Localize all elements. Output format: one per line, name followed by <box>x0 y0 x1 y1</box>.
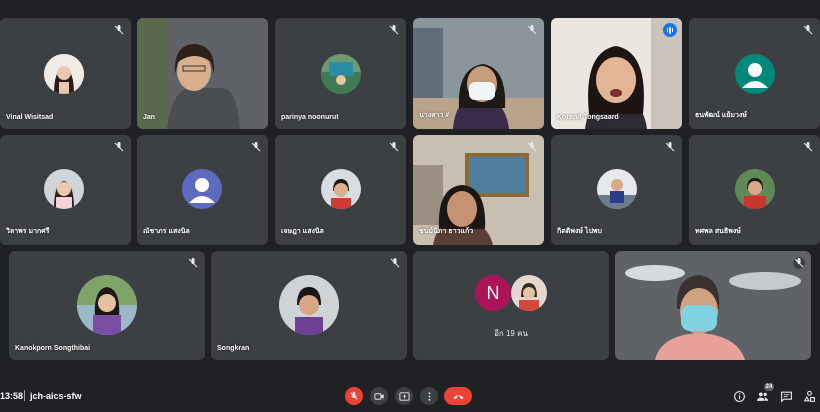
participant-tile-jetsada[interactable]: เจษฎา แสงนิล <box>275 135 406 245</box>
mic-off-icon <box>389 25 399 35</box>
hangup-icon <box>453 395 463 399</box>
participant-name: ธนพัฒน์ แย้มวงษ์ <box>695 112 747 119</box>
more-options-button[interactable] <box>420 387 438 405</box>
mic-off-icon <box>793 257 805 269</box>
letter-avatar: N <box>475 275 511 311</box>
participant-tile-nachaporn[interactable]: ณัชาภร แสงนิล <box>137 135 268 245</box>
mic-toggle-button[interactable] <box>345 387 363 405</box>
people-count-badge: 24 <box>764 383 774 391</box>
chat-button[interactable] <box>778 388 794 404</box>
participant-tile-jan[interactable]: Jan <box>137 18 268 129</box>
participant-name: Songkran <box>217 345 250 352</box>
participant-name: เจษฎา แสงนิล <box>281 228 324 235</box>
participant-tile-koranit[interactable]: Koranit Tongsaard <box>551 18 682 129</box>
avatar <box>735 54 775 94</box>
avatar <box>44 54 84 94</box>
mic-off-icon <box>803 142 813 152</box>
avatar <box>321 169 361 209</box>
speaking-indicator-icon <box>663 23 677 37</box>
mic-off-icon <box>350 391 358 400</box>
mic-off-icon <box>389 142 399 152</box>
participant-name: parinya noonurut <box>281 114 339 121</box>
participant-tile-thotsaphon[interactable]: ทศพล สนธิพงษ์ <box>689 135 820 245</box>
meeting-time: 13:58 <box>0 391 24 401</box>
people-icon <box>756 391 768 401</box>
meeting-details-button[interactable] <box>731 388 747 404</box>
participant-tile-vinal[interactable]: Vinal Wisitsad <box>0 18 131 129</box>
participant-name: ชนม์นิภา ธาวแก้ว <box>419 228 474 235</box>
mic-off-icon <box>188 258 198 268</box>
present-button[interactable] <box>395 387 413 405</box>
mic-off-icon <box>114 25 124 35</box>
avatar <box>279 275 339 335</box>
camera-icon <box>373 392 384 400</box>
avatar <box>511 275 547 311</box>
participant-name: Jan <box>143 114 156 121</box>
others-tile[interactable]: N อีก 19 คน <box>413 251 609 360</box>
participant-video <box>551 18 682 129</box>
meeting-toolbar: 13:58 jch-aics-sfw 24 <box>0 380 820 412</box>
activities-button[interactable] <box>801 388 817 404</box>
mic-off-icon <box>251 142 261 152</box>
more-icon <box>428 391 430 401</box>
participant-name: Vinal Wisitsad <box>6 114 54 121</box>
participant-tile-chonnipha[interactable]: ชนม์นิภา ธาวแก้ว <box>413 135 544 245</box>
participant-name: กิตติพงษ์ ไปพบ <box>557 228 602 235</box>
participant-name: ณัชาภร แสงนิล <box>143 228 190 235</box>
participant-tile-nangsao[interactable]: นางสาว # <box>413 18 544 129</box>
participant-name: Koranit Tongsaard <box>557 114 619 121</box>
participant-video <box>625 265 801 360</box>
mic-off-icon <box>390 258 400 268</box>
participant-tile-wilaporn[interactable]: วิลาพร มากศรี <box>0 135 131 245</box>
participant-name: นางสาว # <box>419 112 450 119</box>
participant-tile-parinya[interactable]: parinya noonurut <box>275 18 406 129</box>
avatar <box>77 275 137 335</box>
participant-tile-thanaphat[interactable]: ธนพัฒน์ แย้มวงษ์ <box>689 18 820 129</box>
participant-name: Kanokporn Songthibai <box>15 345 91 352</box>
others-count-label: อีก 19 คน <box>494 329 528 338</box>
mic-off-icon <box>114 142 124 152</box>
participant-name: วิลาพร มากศรี <box>6 228 50 235</box>
mic-off-icon <box>527 25 537 35</box>
avatar <box>597 169 637 209</box>
present-icon <box>398 391 410 401</box>
mic-off-icon <box>527 142 537 152</box>
divider <box>24 390 25 401</box>
avatar <box>182 169 222 209</box>
mic-off-icon <box>803 25 813 35</box>
avatar <box>44 169 84 209</box>
mic-off-icon <box>665 142 675 152</box>
leave-call-button[interactable] <box>444 387 472 405</box>
activities-icon <box>803 390 815 402</box>
participant-tile-kittiphong[interactable]: กิตติพงษ์ ไปพบ <box>551 135 682 245</box>
camera-toggle-button[interactable] <box>370 387 388 405</box>
avatar <box>321 54 361 94</box>
avatar <box>735 169 775 209</box>
participant-name: ทศพล สนธิพงษ์ <box>695 228 741 235</box>
participant-tile-self[interactable] <box>615 251 811 360</box>
chat-icon <box>780 391 792 403</box>
participant-tile-kanokporn[interactable]: Kanokporn Songthibai <box>9 251 205 360</box>
participant-video <box>137 18 240 129</box>
info-icon <box>733 390 745 402</box>
participant-tile-songkran[interactable]: Songkran <box>211 251 407 360</box>
meeting-code[interactable]: jch-aics-sfw <box>30 391 82 401</box>
